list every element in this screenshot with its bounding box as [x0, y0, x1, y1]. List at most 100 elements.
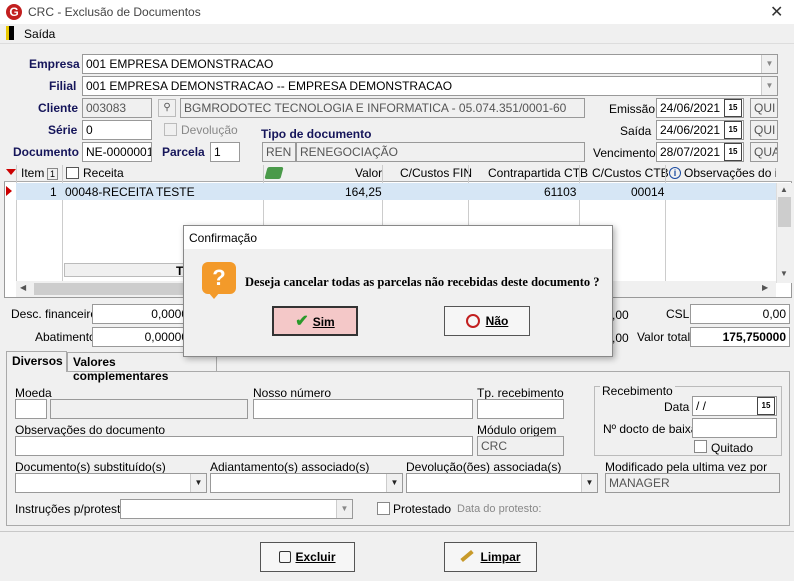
moeda-label: Moeda [15, 386, 52, 400]
vertical-scrollbar[interactable]: ▲ ▼ [776, 183, 792, 283]
sort-arrow-icon [6, 169, 16, 175]
obs-field[interactable] [15, 436, 473, 456]
sort-indicator: 1 [47, 168, 59, 180]
dialog-message: Deseja cancelar todas as parcelas não re… [245, 275, 600, 289]
moeda-code[interactable] [15, 399, 47, 419]
empresa-label: Empresa [29, 57, 80, 71]
cell-receita: 00048-RECEITA TESTE [65, 185, 195, 199]
menu-item-saida[interactable]: Saída [24, 27, 55, 41]
limpar-button[interactable]: Limpar [444, 542, 537, 572]
partial-value: ,00 [612, 331, 629, 345]
close-icon[interactable]: ✕ [770, 2, 783, 22]
chevron-down-icon[interactable]: ▼ [336, 500, 352, 518]
protestado-checkbox[interactable] [377, 502, 390, 515]
vencimento-label: Vencimento [593, 146, 656, 160]
binoculars-icon[interactable]: ⚲ [158, 99, 176, 117]
cell-valor: 164,25 [345, 185, 382, 199]
moeda-name [50, 399, 248, 419]
col-observacoes[interactable]: Observações do it [684, 166, 776, 181]
parcela-label: Parcela [162, 145, 205, 159]
devolucao-checkbox[interactable] [164, 123, 177, 136]
vencimento-day: QUA [750, 142, 778, 162]
window-title: CRC - Exclusão de Documentos [28, 5, 201, 19]
cliente-label: Cliente [38, 101, 79, 115]
info-icon: i [669, 167, 681, 179]
money-icon [264, 167, 284, 179]
tp-recebimento-label: Tp. recebimento [477, 386, 564, 400]
sim-button[interactable]: ✔ Sim [272, 306, 358, 336]
filial-select[interactable]: 001 EMPRESA DEMONSTRACAO -- EMPRESA DEMO… [82, 76, 778, 96]
col-ccustos-ctb[interactable]: C/Custos CTB [592, 166, 669, 181]
documento-field[interactable]: NE-0000001 [82, 142, 152, 162]
obs-label: Observações do documento [15, 423, 166, 437]
doc-subst-select[interactable]: ▼ [15, 473, 207, 493]
partial-value: ,00 [612, 308, 629, 322]
calendar-icon[interactable]: 15 [724, 121, 742, 139]
valor-total-label: Valor total [637, 330, 691, 344]
confirm-dialog: Confirmação ? Deseja cancelar todas as p… [183, 225, 613, 357]
nao-button[interactable]: Não [444, 306, 530, 336]
chevron-down-icon[interactable]: ▼ [761, 55, 777, 73]
calendar-icon[interactable]: 15 [757, 397, 775, 415]
chevron-down-icon[interactable]: ▼ [386, 474, 402, 492]
chevron-down-icon[interactable]: ▼ [761, 77, 777, 95]
tipo-doc-name: RENEGOCIAÇÃO [296, 142, 585, 162]
valor-total-field: 175,750000 [690, 327, 790, 347]
instrucoes-label: Instruções p/protesto [15, 502, 128, 516]
instrucoes-select[interactable]: ▼ [120, 499, 353, 519]
cell-item: 1 [50, 185, 57, 199]
cliente-name-field: BGMRODOTEC TECNOLOGIA E INFORMATICA - 05… [180, 98, 585, 118]
abatimento-label: Abatimento [35, 330, 96, 344]
menu-bar [0, 24, 794, 44]
calendar-icon[interactable]: 15 [724, 143, 742, 161]
adiantamento-select[interactable]: ▼ [210, 473, 403, 493]
quitado-checkbox[interactable] [694, 440, 707, 453]
chevron-down-icon[interactable]: ▼ [581, 474, 597, 492]
col-ccustos-fin[interactable]: C/Custos FIN [400, 166, 472, 181]
col-item[interactable]: Item [21, 166, 44, 181]
tab-diversos[interactable]: Diversos [6, 351, 67, 372]
emissao-day: QUI [750, 98, 778, 118]
col-receita[interactable]: Receita [83, 166, 124, 181]
saida-label: Saída [620, 124, 652, 138]
data-protesto-label: Data do protesto: [457, 503, 542, 515]
divider [0, 531, 794, 532]
parcela-field[interactable]: 1 [210, 142, 240, 162]
cliente-code-field[interactable]: 003083 [82, 98, 152, 118]
filial-label: Filial [49, 79, 77, 93]
doc-subst-label: Documento(s) substituído(s) [15, 460, 166, 474]
protestado-label: Protestado [393, 502, 452, 516]
csl-field[interactable]: 0,00 [690, 304, 790, 324]
chevron-down-icon[interactable]: ▼ [190, 474, 206, 492]
check-icon: ✔ [295, 313, 309, 330]
devolucao-assoc-label: Devolução(ões) associada(s) [406, 460, 562, 474]
serie-field[interactable]: 0 [82, 120, 152, 140]
excluir-button[interactable]: Excluir [260, 542, 355, 572]
nosso-numero-label: Nosso número [253, 386, 332, 400]
devolucao-assoc-select[interactable]: ▼ [406, 473, 598, 493]
devolucao-label: Devolução [181, 123, 238, 137]
empresa-select[interactable]: 001 EMPRESA DEMONSTRACAO ▼ [82, 54, 778, 74]
cell-contrapartida: 61103 [544, 185, 577, 199]
col-valor[interactable]: Valor [355, 166, 382, 181]
modificado-label: Modificado pela ultima vez por [605, 460, 768, 474]
csl-label: CSL [666, 307, 690, 321]
no-icon [465, 314, 480, 328]
docto-baixa-field[interactable] [692, 418, 777, 438]
tp-recebimento-field[interactable] [477, 399, 564, 419]
question-icon: ? [202, 262, 236, 294]
serie-label: Série [48, 123, 78, 137]
question-icon-tail [208, 292, 220, 299]
abatimento-field[interactable]: 0,00000 [92, 327, 192, 347]
data-label: Data [664, 400, 690, 414]
modificado-field: MANAGER [605, 473, 780, 493]
col-contrapartida[interactable]: Contrapartida CTB [488, 166, 588, 181]
nosso-numero-field[interactable] [253, 399, 473, 419]
desc-fin-field[interactable]: 0,0000 [92, 304, 192, 324]
docto-baixa-label: Nº docto de baixa [603, 422, 698, 436]
adiantamento-label: Adiantamento(s) associado(s) [210, 460, 370, 474]
calendar-icon[interactable]: 15 [724, 99, 742, 117]
exit-door-icon [6, 26, 14, 40]
grid-footer [64, 263, 184, 277]
tipo-doc-label: Tipo de documento [261, 127, 372, 141]
